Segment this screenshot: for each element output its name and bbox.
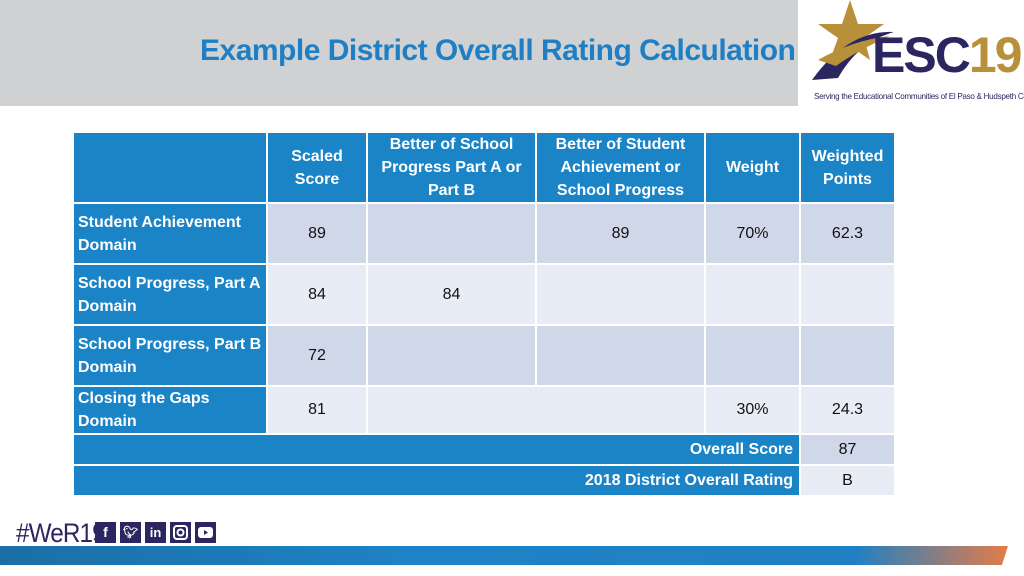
weighted-points-cell: 62.3 xyxy=(799,202,896,265)
overall-rating-value: B xyxy=(799,464,896,497)
better-progress-cell xyxy=(366,202,537,265)
weight-cell xyxy=(704,324,801,387)
column-header-better-achievement: Better of Student Achievement or School … xyxy=(535,131,706,204)
bottom-accent-bar xyxy=(0,546,1008,565)
better-progress-cell: 84 xyxy=(366,263,537,326)
weighted-points-cell xyxy=(799,263,896,326)
linkedin-icon[interactable]: in xyxy=(145,522,166,543)
row-label: Closing the Gaps Domain xyxy=(72,385,268,435)
instagram-icon[interactable] xyxy=(170,522,191,543)
scaled-score-cell: 81 xyxy=(266,385,368,435)
rating-table: Scaled Score Better of School Progress P… xyxy=(72,131,896,497)
overall-score-label: Overall Score xyxy=(72,433,801,466)
table-row: School Progress, Part B Domain 72 xyxy=(72,324,896,387)
logo-tagline: Serving the Educational Communities of E… xyxy=(814,91,1024,101)
scaled-score-cell: 84 xyxy=(266,263,368,326)
table-header-row: Scaled Score Better of School Progress P… xyxy=(72,131,896,204)
weight-cell xyxy=(704,263,801,326)
overall-rating-row: 2018 District Overall Rating B xyxy=(72,464,896,497)
overall-score-row: Overall Score 87 xyxy=(72,433,896,466)
esc19-logo: ESC19 Serving the Educational Communitie… xyxy=(798,0,1024,110)
overall-rating-label: 2018 District Overall Rating xyxy=(72,464,801,497)
weighted-points-cell xyxy=(799,324,896,387)
scaled-score-cell: 89 xyxy=(266,202,368,265)
scaled-score-cell: 72 xyxy=(266,324,368,387)
overall-score-value: 87 xyxy=(799,433,896,466)
facebook-icon[interactable]: f xyxy=(95,522,116,543)
column-header-scaled-score: Scaled Score xyxy=(266,131,368,204)
better-progress-cell xyxy=(366,324,537,387)
row-label: School Progress, Part A Domain xyxy=(72,263,268,326)
better-achievement-cell xyxy=(535,324,706,387)
better-achievement-cell: 89 xyxy=(535,202,706,265)
youtube-icon[interactable] xyxy=(195,522,216,543)
row-label: School Progress, Part B Domain xyxy=(72,324,268,387)
weight-cell: 30% xyxy=(704,385,801,435)
table-row: Student Achievement Domain 89 89 70% 62.… xyxy=(72,202,896,265)
row-label: Student Achievement Domain xyxy=(72,202,268,265)
twitter-icon[interactable]: 🐦︎ xyxy=(120,522,141,543)
table-row: School Progress, Part A Domain 84 84 xyxy=(72,263,896,326)
column-header-blank xyxy=(72,131,268,204)
column-header-weight: Weight xyxy=(704,131,801,204)
column-header-weighted-points: Weighted Points xyxy=(799,131,896,204)
hashtag: #WeR19 xyxy=(16,518,106,548)
weight-cell: 70% xyxy=(704,202,801,265)
column-header-better-progress: Better of School Progress Part A or Part… xyxy=(366,131,537,204)
table-row: Closing the Gaps Domain 81 30% 24.3 xyxy=(72,385,896,435)
logo-wordmark: ESC19 xyxy=(872,27,1022,83)
better-achievement-cell xyxy=(535,263,706,326)
page-title: Example District Overall Rating Calculat… xyxy=(200,34,796,67)
weighted-points-cell: 24.3 xyxy=(799,385,896,435)
merged-better-cell xyxy=(366,385,706,435)
